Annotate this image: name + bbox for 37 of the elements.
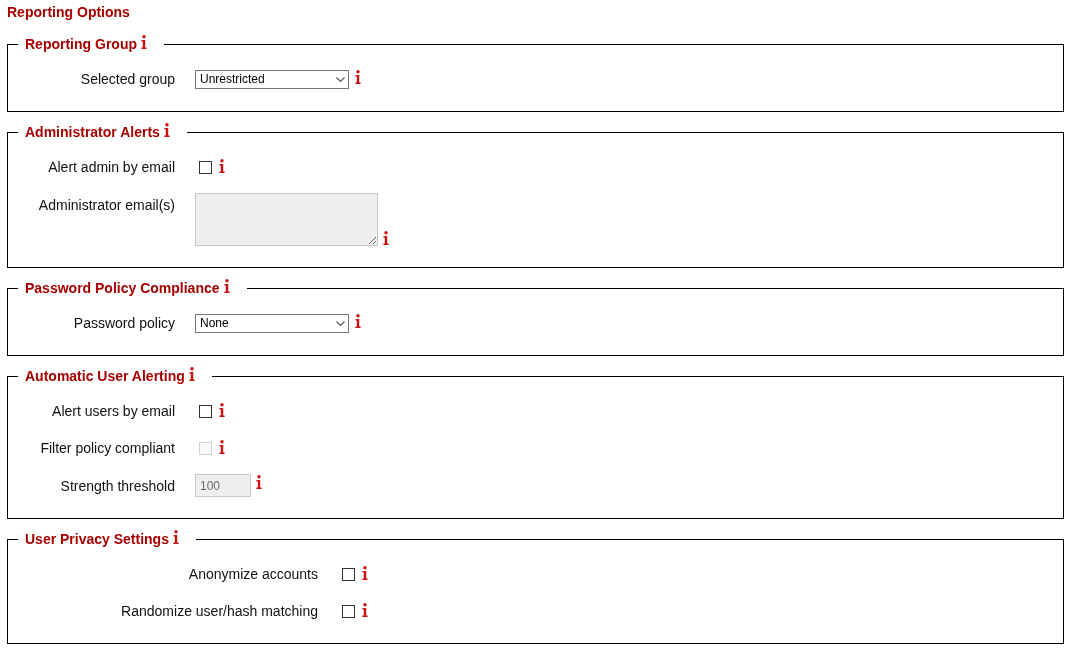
checkbox[interactable] bbox=[199, 160, 212, 174]
chevron-down-icon bbox=[336, 76, 345, 82]
info-icon[interactable] bbox=[383, 231, 389, 245]
field-label: Administrator email(s) bbox=[37, 196, 175, 213]
info-icon[interactable] bbox=[188, 367, 195, 381]
info-icon[interactable] bbox=[256, 475, 262, 489]
info-icon[interactable] bbox=[163, 123, 170, 137]
chevron-down-icon bbox=[336, 320, 345, 326]
field-label: Strength threshold bbox=[59, 477, 175, 494]
field-label: Alert users by email bbox=[51, 403, 175, 419]
info-icon[interactable] bbox=[355, 70, 361, 84]
info-icon[interactable] bbox=[362, 565, 368, 580]
info-icon[interactable] bbox=[223, 279, 230, 293]
group-heading: Automatic User Alerting bbox=[25, 367, 185, 385]
field-label: Password policy bbox=[72, 315, 175, 331]
field-label: Alert admin by email bbox=[47, 159, 175, 175]
group-heading: User Privacy Settings bbox=[25, 530, 169, 548]
info-icon[interactable] bbox=[219, 439, 225, 454]
dropdown[interactable]: None bbox=[195, 313, 349, 333]
info-icon[interactable] bbox=[219, 158, 225, 173]
checkbox[interactable] bbox=[342, 604, 355, 618]
info-icon[interactable] bbox=[355, 314, 361, 328]
info-icon[interactable] bbox=[219, 402, 225, 417]
field-label: Randomize user/hash matching bbox=[120, 603, 318, 619]
page-title: Reporting Options bbox=[7, 4, 131, 20]
checkbox[interactable] bbox=[199, 404, 212, 418]
group-heading: Password Policy Compliance bbox=[25, 279, 220, 297]
checkbox[interactable] bbox=[342, 567, 355, 581]
field-label: Filter policy compliant bbox=[39, 440, 175, 456]
dropdown[interactable]: Unrestricted bbox=[195, 69, 349, 89]
group-heading: Reporting Group bbox=[25, 35, 137, 53]
group-heading: Administrator Alerts bbox=[25, 123, 160, 141]
info-icon[interactable] bbox=[172, 530, 179, 544]
info-icon[interactable] bbox=[362, 602, 368, 617]
field-label: Anonymize accounts bbox=[187, 566, 318, 582]
field-label: Selected group bbox=[79, 71, 175, 87]
info-icon[interactable] bbox=[141, 35, 147, 49]
